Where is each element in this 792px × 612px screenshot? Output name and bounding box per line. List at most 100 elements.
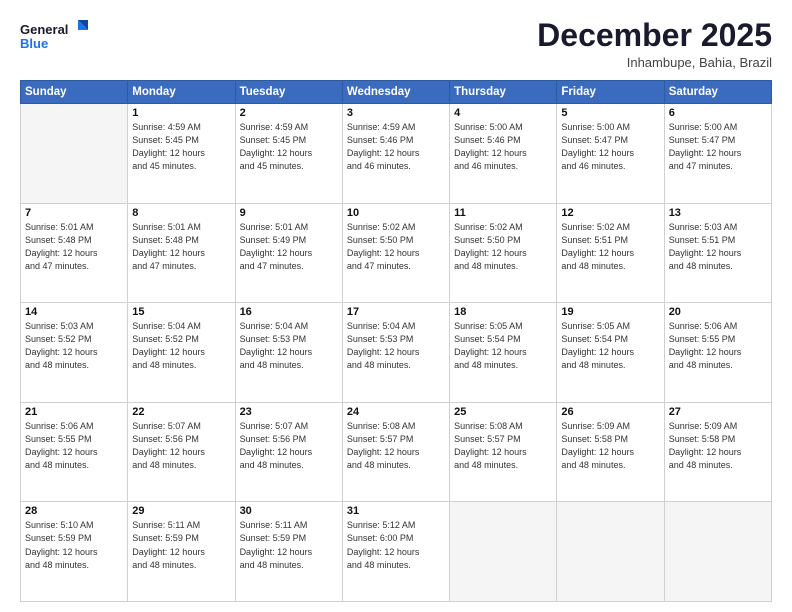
- day-number: 4: [454, 107, 552, 119]
- day-number: 8: [132, 207, 230, 219]
- calendar-week-1: 1 Sunrise: 4:59 AMSunset: 5:45 PMDaylight…: [21, 104, 772, 204]
- calendar-cell: 7 Sunrise: 5:01 AMSunset: 5:48 PMDaylight…: [21, 203, 128, 303]
- calendar-cell: 8 Sunrise: 5:01 AMSunset: 5:48 PMDaylight…: [128, 203, 235, 303]
- calendar-cell: 29 Sunrise: 5:11 AMSunset: 5:59 PMDayligh…: [128, 502, 235, 602]
- calendar-header-sunday: Sunday: [21, 81, 128, 104]
- day-info: Sunrise: 5:03 AMSunset: 5:52 PMDaylight:…: [25, 320, 123, 372]
- day-info: Sunrise: 5:01 AMSunset: 5:48 PMDaylight:…: [132, 221, 230, 273]
- day-number: 14: [25, 306, 123, 318]
- logo-svg: General Blue: [20, 18, 90, 54]
- calendar-cell: 21 Sunrise: 5:06 AMSunset: 5:55 PMDayligh…: [21, 402, 128, 502]
- day-info: Sunrise: 5:11 AMSunset: 5:59 PMDaylight:…: [240, 519, 338, 571]
- day-number: 3: [347, 107, 445, 119]
- day-number: 2: [240, 107, 338, 119]
- day-info: Sunrise: 5:07 AMSunset: 5:56 PMDaylight:…: [240, 420, 338, 472]
- day-info: Sunrise: 5:09 AMSunset: 5:58 PMDaylight:…: [669, 420, 767, 472]
- day-number: 29: [132, 505, 230, 517]
- calendar-cell: 19Sunrise: 5:05 AMSunset: 5:54 PMDayligh…: [557, 303, 664, 403]
- calendar-cell: 18 Sunrise: 5:05 AMSunset: 5:54 PMDayligh…: [450, 303, 557, 403]
- calendar-cell: 15 Sunrise: 5:04 AMSunset: 5:52 PMDayligh…: [128, 303, 235, 403]
- day-number: 6: [669, 107, 767, 119]
- day-number: 16: [240, 306, 338, 318]
- day-info: Sunrise: 5:05 AMSunset: 5:54 PMDaylight:…: [561, 320, 659, 372]
- day-info: Sunrise: 5:04 AMSunset: 5:52 PMDaylight:…: [132, 320, 230, 372]
- calendar-cell: 9 Sunrise: 5:01 AMSunset: 5:49 PMDaylight…: [235, 203, 342, 303]
- calendar-cell: 1Sunrise: 4:59 AMSunset: 5:45 PMDaylight…: [128, 104, 235, 204]
- day-number: 31: [347, 505, 445, 517]
- day-number: 21: [25, 406, 123, 418]
- calendar-cell: 24 Sunrise: 5:08 AMSunset: 5:57 PMDayligh…: [342, 402, 449, 502]
- calendar-cell: 16 Sunrise: 5:04 AMSunset: 5:53 PMDayligh…: [235, 303, 342, 403]
- calendar-header-row: SundayMondayTuesdayWednesdayThursdayFrid…: [21, 81, 772, 104]
- day-number: 20: [669, 306, 767, 318]
- calendar-cell: 4Sunrise: 5:00 AMSunset: 5:46 PMDaylight…: [450, 104, 557, 204]
- calendar-cell: 11 Sunrise: 5:02 AMSunset: 5:50 PMDayligh…: [450, 203, 557, 303]
- day-number: 11: [454, 207, 552, 219]
- day-number: 15: [132, 306, 230, 318]
- calendar-cell: 17 Sunrise: 5:04 AMSunset: 5:53 PMDayligh…: [342, 303, 449, 403]
- day-number: 24: [347, 406, 445, 418]
- calendar-cell: 3 Sunrise: 4:59 AMSunset: 5:46 PMDaylight…: [342, 104, 449, 204]
- day-number: 27: [669, 406, 767, 418]
- day-number: 17: [347, 306, 445, 318]
- day-info: Sunrise: 5:11 AMSunset: 5:59 PMDaylight:…: [132, 519, 230, 571]
- title-block: December 2025 Inhambupe, Bahia, Brazil: [537, 18, 772, 70]
- day-number: 10: [347, 207, 445, 219]
- main-title: December 2025: [537, 18, 772, 53]
- logo: General Blue: [20, 18, 90, 54]
- calendar-header-tuesday: Tuesday: [235, 81, 342, 104]
- day-info: Sunrise: 5:05 AMSunset: 5:54 PMDaylight:…: [454, 320, 552, 372]
- page: General Blue December 2025 Inhambupe, Ba…: [0, 0, 792, 612]
- day-info: Sunrise: 5:12 AMSunset: 6:00 PMDaylight:…: [347, 519, 445, 571]
- day-number: 30: [240, 505, 338, 517]
- calendar-cell: [664, 502, 771, 602]
- day-info: Sunrise: 5:09 AMSunset: 5:58 PMDaylight:…: [561, 420, 659, 472]
- day-info: Sunrise: 5:00 AMSunset: 5:47 PMDaylight:…: [669, 121, 767, 173]
- calendar-header-wednesday: Wednesday: [342, 81, 449, 104]
- day-info: Sunrise: 5:10 AMSunset: 5:59 PMDaylight:…: [25, 519, 123, 571]
- subtitle: Inhambupe, Bahia, Brazil: [537, 55, 772, 70]
- day-info: Sunrise: 4:59 AMSunset: 5:45 PMDaylight:…: [240, 121, 338, 173]
- day-number: 1: [132, 107, 230, 119]
- svg-text:Blue: Blue: [20, 36, 48, 51]
- calendar-header-friday: Friday: [557, 81, 664, 104]
- day-number: 28: [25, 505, 123, 517]
- day-number: 18: [454, 306, 552, 318]
- day-number: 12: [561, 207, 659, 219]
- calendar-cell: [21, 104, 128, 204]
- day-info: Sunrise: 5:01 AMSunset: 5:48 PMDaylight:…: [25, 221, 123, 273]
- calendar-week-5: 28 Sunrise: 5:10 AMSunset: 5:59 PMDayligh…: [21, 502, 772, 602]
- calendar-table: SundayMondayTuesdayWednesdayThursdayFrid…: [20, 80, 772, 602]
- calendar-header-saturday: Saturday: [664, 81, 771, 104]
- day-number: 9: [240, 207, 338, 219]
- calendar-cell: 20Sunrise: 5:06 AMSunset: 5:55 PMDayligh…: [664, 303, 771, 403]
- day-info: Sunrise: 5:01 AMSunset: 5:49 PMDaylight:…: [240, 221, 338, 273]
- day-info: Sunrise: 4:59 AMSunset: 5:46 PMDaylight:…: [347, 121, 445, 173]
- day-number: 25: [454, 406, 552, 418]
- calendar-cell: 12 Sunrise: 5:02 AMSunset: 5:51 PMDayligh…: [557, 203, 664, 303]
- day-info: Sunrise: 5:04 AMSunset: 5:53 PMDaylight:…: [347, 320, 445, 372]
- calendar-week-4: 21 Sunrise: 5:06 AMSunset: 5:55 PMDayligh…: [21, 402, 772, 502]
- day-info: Sunrise: 5:08 AMSunset: 5:57 PMDaylight:…: [347, 420, 445, 472]
- calendar-cell: [557, 502, 664, 602]
- day-info: Sunrise: 5:02 AMSunset: 5:50 PMDaylight:…: [347, 221, 445, 273]
- day-info: Sunrise: 5:00 AMSunset: 5:47 PMDaylight:…: [561, 121, 659, 173]
- day-info: Sunrise: 5:07 AMSunset: 5:56 PMDaylight:…: [132, 420, 230, 472]
- calendar-cell: 13Sunrise: 5:03 AMSunset: 5:51 PMDayligh…: [664, 203, 771, 303]
- day-info: Sunrise: 5:04 AMSunset: 5:53 PMDaylight:…: [240, 320, 338, 372]
- calendar-cell: 30 Sunrise: 5:11 AMSunset: 5:59 PMDayligh…: [235, 502, 342, 602]
- calendar-cell: 5Sunrise: 5:00 AMSunset: 5:47 PMDaylight…: [557, 104, 664, 204]
- day-info: Sunrise: 5:02 AMSunset: 5:51 PMDaylight:…: [561, 221, 659, 273]
- calendar-cell: 22Sunrise: 5:07 AMSunset: 5:56 PMDayligh…: [128, 402, 235, 502]
- day-number: 7: [25, 207, 123, 219]
- calendar-cell: 23Sunrise: 5:07 AMSunset: 5:56 PMDayligh…: [235, 402, 342, 502]
- calendar-cell: 10 Sunrise: 5:02 AMSunset: 5:50 PMDayligh…: [342, 203, 449, 303]
- calendar-week-2: 7 Sunrise: 5:01 AMSunset: 5:48 PMDaylight…: [21, 203, 772, 303]
- day-info: Sunrise: 5:06 AMSunset: 5:55 PMDaylight:…: [25, 420, 123, 472]
- calendar-cell: 2 Sunrise: 4:59 AMSunset: 5:45 PMDaylight…: [235, 104, 342, 204]
- calendar-cell: 27 Sunrise: 5:09 AMSunset: 5:58 PMDayligh…: [664, 402, 771, 502]
- calendar-cell: 28 Sunrise: 5:10 AMSunset: 5:59 PMDayligh…: [21, 502, 128, 602]
- calendar-week-3: 14 Sunrise: 5:03 AMSunset: 5:52 PMDayligh…: [21, 303, 772, 403]
- calendar-header-thursday: Thursday: [450, 81, 557, 104]
- day-info: Sunrise: 5:02 AMSunset: 5:50 PMDaylight:…: [454, 221, 552, 273]
